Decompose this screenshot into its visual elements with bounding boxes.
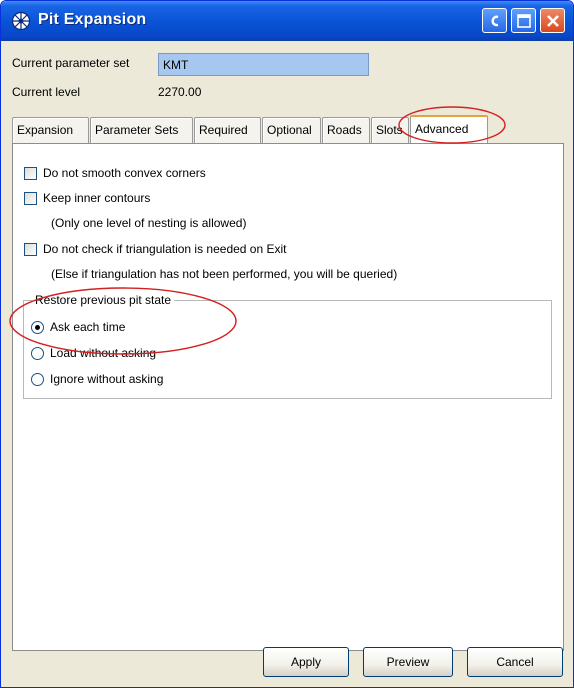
tab-label: Optional xyxy=(267,123,312,137)
tab-label: Expansion xyxy=(17,123,74,137)
cancel-button[interactable]: Cancel xyxy=(467,647,563,677)
pit-expansion-window: Pit Expansion Current parameter set Curr… xyxy=(0,0,574,688)
keep-inner-checkbox[interactable] xyxy=(24,192,37,205)
tab-optional[interactable]: Optional xyxy=(262,117,321,143)
triangulation-note: (Else if triangulation has not been perf… xyxy=(51,267,398,281)
preview-button[interactable]: Preview xyxy=(363,647,453,677)
tab-expansion[interactable]: Expansion xyxy=(12,117,89,143)
nesting-note: (Only one level of nesting is allowed) xyxy=(51,216,247,230)
no-check-triangulation-label: Do not check if triangulation is needed … xyxy=(43,242,287,256)
no-smooth-checkbox[interactable] xyxy=(24,167,37,180)
ignore-without-asking-label: Ignore without asking xyxy=(50,372,164,386)
ask-each-time-radio[interactable] xyxy=(31,321,44,334)
help-button[interactable] xyxy=(482,8,507,33)
advanced-panel: Do not smooth convex corners Keep inner … xyxy=(12,143,564,651)
globe-icon xyxy=(11,11,31,31)
tab-label: Parameter Sets xyxy=(95,123,179,137)
level-value: 2270.00 xyxy=(158,85,202,99)
tab-slots[interactable]: Slots xyxy=(371,117,409,143)
ignore-without-asking-radio[interactable] xyxy=(31,373,44,386)
restore-group-title: Restore previous pit state xyxy=(32,293,175,307)
param-set-label: Current parameter set xyxy=(12,56,130,70)
apply-button[interactable]: Apply xyxy=(263,647,349,677)
ask-each-time-label: Ask each time xyxy=(50,320,126,334)
maximize-icon xyxy=(517,14,531,28)
close-icon xyxy=(547,15,559,27)
tab-roads[interactable]: Roads xyxy=(322,117,370,143)
keep-inner-label: Keep inner contours xyxy=(43,191,151,205)
tab-label: Advanced xyxy=(415,122,469,136)
dialog-content: Current parameter set Current level 2270… xyxy=(1,41,573,687)
tab-advanced[interactable]: Advanced xyxy=(410,115,488,144)
tab-label: Slots xyxy=(376,123,403,137)
maximize-button[interactable] xyxy=(511,8,536,33)
load-without-asking-radio[interactable] xyxy=(31,347,44,360)
level-label: Current level xyxy=(12,85,81,99)
tab-label: Required xyxy=(199,123,248,137)
tab-label: Roads xyxy=(327,123,362,137)
param-set-field[interactable] xyxy=(158,53,369,76)
help-icon xyxy=(491,15,499,27)
title-bar[interactable]: Pit Expansion xyxy=(1,1,573,41)
close-button[interactable] xyxy=(540,8,565,33)
no-smooth-label: Do not smooth convex corners xyxy=(43,166,206,180)
tab-required[interactable]: Required xyxy=(194,117,261,143)
restore-state-group: Restore previous pit state Ask each time… xyxy=(23,293,552,399)
no-check-triangulation-checkbox[interactable] xyxy=(24,243,37,256)
window-title: Pit Expansion xyxy=(38,11,147,28)
load-without-asking-label: Load without asking xyxy=(50,346,157,360)
tab-parameter-sets[interactable]: Parameter Sets xyxy=(90,117,193,143)
